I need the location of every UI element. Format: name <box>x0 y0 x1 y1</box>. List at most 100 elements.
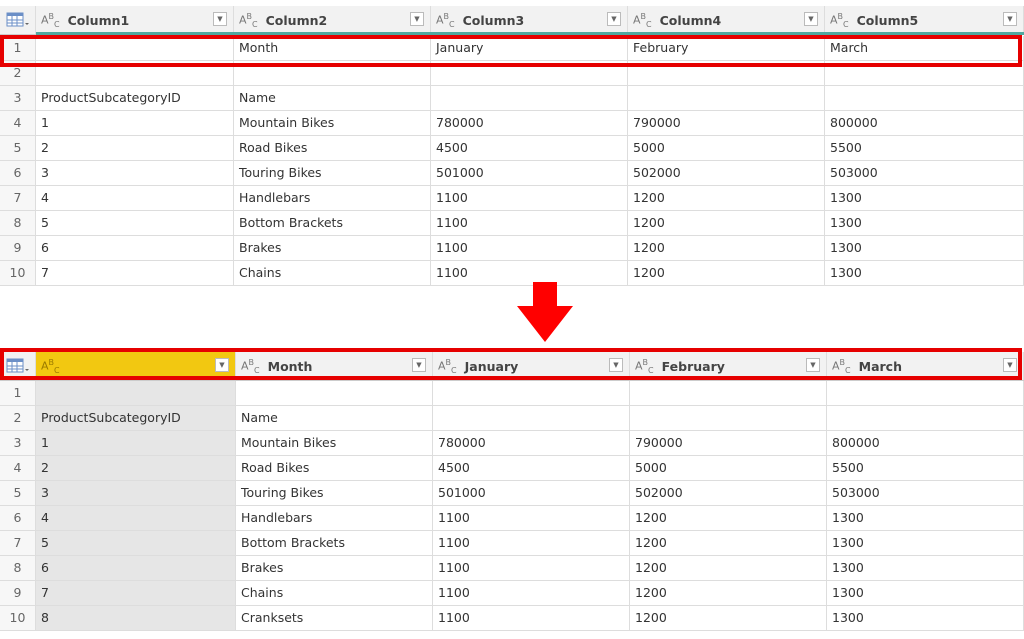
table-cell[interactable]: Bottom Brackets <box>234 211 431 235</box>
table-cell[interactable] <box>827 406 1024 430</box>
table-cell[interactable]: 3 <box>36 161 234 185</box>
table-cell[interactable]: Chains <box>234 261 431 285</box>
column-header[interactable]: ABC Column1 ▼ <box>36 6 234 34</box>
table-cell[interactable]: Mountain Bikes <box>234 111 431 135</box>
abc-text-type-icon[interactable]: ABC <box>239 12 258 29</box>
table-cell[interactable]: 1200 <box>630 606 827 630</box>
table-cell[interactable]: 1300 <box>827 531 1024 555</box>
table-cell[interactable] <box>827 381 1024 405</box>
table-cell[interactable]: 790000 <box>630 431 827 455</box>
abc-text-type-icon[interactable]: ABC <box>41 12 60 29</box>
table-cell[interactable]: 1100 <box>433 581 630 605</box>
table-cell[interactable]: 780000 <box>433 431 630 455</box>
table-cell[interactable]: 3 <box>36 481 236 505</box>
table-cell[interactable]: Mountain Bikes <box>236 431 433 455</box>
table-cell[interactable]: Road Bikes <box>236 456 433 480</box>
table-cell[interactable]: 1300 <box>827 506 1024 530</box>
table-cell[interactable]: 501000 <box>431 161 628 185</box>
table-cell[interactable]: 1200 <box>628 261 825 285</box>
table-cell[interactable]: 5000 <box>628 136 825 160</box>
table-cell[interactable]: 4 <box>36 506 236 530</box>
table-cell[interactable]: 1300 <box>825 236 1024 260</box>
column-header[interactable]: ABC Column2 ▼ <box>234 6 431 34</box>
table-cell[interactable] <box>36 381 236 405</box>
table-cell[interactable] <box>236 381 433 405</box>
column-filter-dropdown-icon[interactable]: ▼ <box>213 12 227 26</box>
abc-text-type-icon[interactable]: ABC <box>830 12 849 29</box>
column-filter-dropdown-icon[interactable]: ▼ <box>607 12 621 26</box>
table-cell[interactable] <box>431 61 628 85</box>
table-cell[interactable]: 1 <box>36 111 234 135</box>
table-cell[interactable]: 4500 <box>433 456 630 480</box>
table-cell[interactable] <box>630 406 827 430</box>
table-cell[interactable]: ProductSubcategoryID <box>36 86 234 110</box>
table-cell[interactable]: ProductSubcategoryID <box>36 406 236 430</box>
table-cell[interactable]: 1300 <box>825 186 1024 210</box>
table-cell[interactable]: 1100 <box>431 211 628 235</box>
table-cell[interactable]: 7 <box>36 261 234 285</box>
table-cell[interactable]: 2 <box>36 136 234 160</box>
table-cell[interactable]: February <box>628 36 825 60</box>
column-filter-dropdown-icon[interactable]: ▼ <box>215 358 229 372</box>
table-cell[interactable]: 1300 <box>827 581 1024 605</box>
table-cell[interactable]: 5500 <box>825 136 1024 160</box>
table-cell[interactable]: 1200 <box>630 531 827 555</box>
table-cell[interactable]: 800000 <box>827 431 1024 455</box>
table-cell[interactable] <box>628 61 825 85</box>
table-cell[interactable]: 1300 <box>827 606 1024 630</box>
abc-text-type-icon[interactable]: ABC <box>438 358 457 375</box>
table-cell[interactable]: Name <box>236 406 433 430</box>
column-header[interactable]: ABC Month ▼ <box>236 352 433 380</box>
table-cell[interactable]: 2 <box>36 456 236 480</box>
abc-text-type-icon[interactable]: ABC <box>41 358 60 375</box>
table-cell[interactable]: 1200 <box>628 236 825 260</box>
table-cell[interactable]: 6 <box>36 236 234 260</box>
abc-text-type-icon[interactable]: ABC <box>241 358 260 375</box>
table-cell[interactable] <box>825 86 1024 110</box>
table-cell[interactable]: 1100 <box>433 531 630 555</box>
table-cell[interactable]: Cranksets <box>236 606 433 630</box>
table-cell[interactable]: 6 <box>36 556 236 580</box>
table-cell[interactable]: 1200 <box>628 211 825 235</box>
table-cell[interactable] <box>234 61 431 85</box>
table-cell[interactable] <box>630 381 827 405</box>
table-cell[interactable]: 1300 <box>825 261 1024 285</box>
table-cell[interactable]: Handlebars <box>236 506 433 530</box>
column-header[interactable]: ABC January ▼ <box>433 352 630 380</box>
abc-text-type-icon[interactable]: ABC <box>635 358 654 375</box>
table-cell[interactable]: Touring Bikes <box>234 161 431 185</box>
table-cell[interactable]: 1300 <box>825 211 1024 235</box>
table-cell[interactable]: Brakes <box>236 556 433 580</box>
column-header[interactable]: ABC ▼ <box>36 352 236 380</box>
table-cell[interactable]: March <box>825 36 1024 60</box>
table-cell[interactable]: 1100 <box>431 236 628 260</box>
table-cell[interactable]: 7 <box>36 581 236 605</box>
table-cell[interactable] <box>431 86 628 110</box>
column-header[interactable]: ABC Column3 ▼ <box>431 6 628 34</box>
table-menu-button[interactable] <box>0 6 36 34</box>
table-cell[interactable]: 1100 <box>431 186 628 210</box>
table-cell[interactable]: 1200 <box>630 506 827 530</box>
table-cell[interactable] <box>433 381 630 405</box>
table-cell[interactable]: 4500 <box>431 136 628 160</box>
table-cell[interactable]: 1200 <box>630 556 827 580</box>
table-cell[interactable]: 5 <box>36 211 234 235</box>
abc-text-type-icon[interactable]: ABC <box>633 12 652 29</box>
table-cell[interactable]: Touring Bikes <box>236 481 433 505</box>
column-filter-dropdown-icon[interactable]: ▼ <box>804 12 818 26</box>
column-header[interactable]: ABC Column4 ▼ <box>628 6 825 34</box>
table-cell[interactable]: 502000 <box>630 481 827 505</box>
table-cell[interactable]: 1300 <box>827 556 1024 580</box>
table-cell[interactable]: Chains <box>236 581 433 605</box>
column-filter-dropdown-icon[interactable]: ▼ <box>1003 12 1017 26</box>
abc-text-type-icon[interactable]: ABC <box>832 358 851 375</box>
column-filter-dropdown-icon[interactable]: ▼ <box>412 358 426 372</box>
table-cell[interactable] <box>628 86 825 110</box>
table-cell[interactable] <box>825 61 1024 85</box>
table-cell[interactable]: Brakes <box>234 236 431 260</box>
table-cell[interactable] <box>36 36 234 60</box>
table-cell[interactable]: Name <box>234 86 431 110</box>
table-cell[interactable]: 1200 <box>630 581 827 605</box>
column-filter-dropdown-icon[interactable]: ▼ <box>609 358 623 372</box>
table-cell[interactable] <box>36 61 234 85</box>
